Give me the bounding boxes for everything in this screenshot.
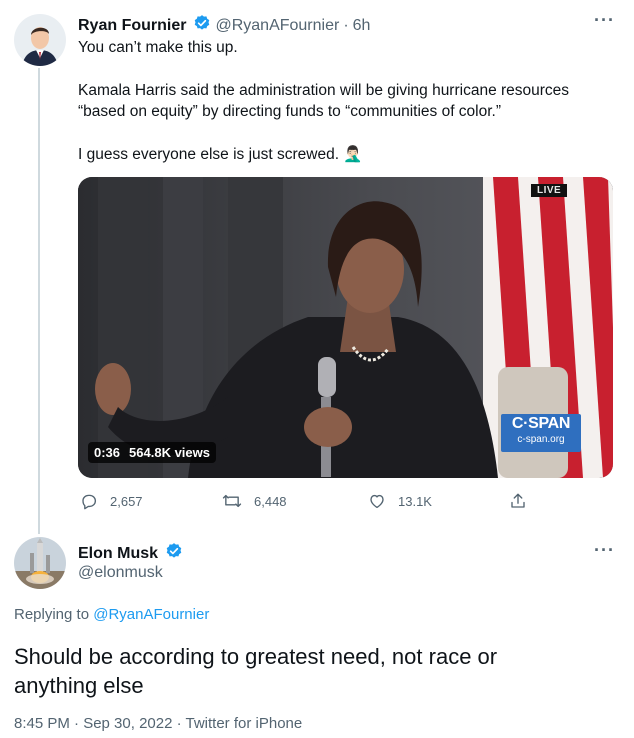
verified-badge-icon: [193, 14, 211, 37]
reply-author-handle[interactable]: @elonmusk: [78, 564, 163, 582]
tweet-header: Ryan Fournier @RyanAFournier · 6h: [78, 14, 370, 37]
author-handle[interactable]: @RyanAFournier: [215, 17, 339, 35]
retweet-action[interactable]: 6,448: [222, 492, 287, 510]
reply-text: Should be according to greatest need, no…: [14, 642, 614, 700]
tweet-text-line-3: “based on equity” by directing funds to …: [78, 103, 502, 120]
tweet-text-line-4: I guess everyone else is just screwed. 🤦…: [78, 146, 363, 163]
video-player[interactable]: LIVE C·SPAN c-span.org 0:36 564.8K views: [78, 177, 613, 478]
avatar-elon-musk[interactable]: [14, 537, 66, 589]
reply-icon[interactable]: [80, 492, 98, 510]
video-duration-views: 0:36 564.8K views: [88, 442, 216, 463]
author-name[interactable]: Ryan Fournier: [78, 17, 186, 35]
avatar-ryan-fournier[interactable]: [14, 14, 66, 66]
reply-timestamp[interactable]: 8:45 PM · Sep 30, 2022 · Twitter for iPh…: [14, 715, 302, 732]
tweet-text-line-2: Kamala Harris said the administration wi…: [78, 82, 570, 99]
cspan-brand: C·SPAN: [511, 415, 571, 432]
replying-prefix: Replying to: [14, 606, 90, 623]
reply-text-line-1: Should be according to greatest need, no…: [14, 644, 498, 669]
share-icon[interactable]: [509, 492, 527, 510]
reply-text-line-2: anything else: [14, 673, 144, 698]
more-options-icon[interactable]: ···: [594, 540, 615, 561]
like-action[interactable]: 13.1K: [368, 492, 432, 510]
reply-count: 2,657: [110, 493, 143, 509]
more-options-icon[interactable]: ···: [594, 10, 615, 31]
video-duration: 0:36: [94, 445, 121, 460]
live-badge: LIVE: [531, 184, 568, 197]
cspan-watermark: C·SPAN c-span.org: [501, 414, 581, 452]
retweet-count: 6,448: [254, 493, 287, 509]
replying-to: Replying to @RyanAFournier: [14, 606, 209, 623]
separator-dot: ·: [343, 16, 349, 34]
verified-badge-icon: [165, 542, 183, 565]
tweet-text-line-1: You can’t make this up.: [78, 39, 238, 56]
video-views: 564.8K views: [129, 445, 210, 460]
share-action[interactable]: [509, 492, 527, 510]
reply-author-name[interactable]: Elon Musk: [78, 545, 158, 563]
thread-line: [38, 68, 40, 534]
like-icon[interactable]: [368, 492, 386, 510]
replying-to-link[interactable]: @RyanAFournier: [93, 606, 209, 623]
cspan-url: c-span.org: [517, 434, 565, 445]
reply-action[interactable]: 2,657: [80, 492, 143, 510]
tweet-time[interactable]: 6h: [353, 17, 371, 35]
retweet-icon[interactable]: [222, 492, 242, 510]
reply-header: Elon Musk: [78, 542, 183, 565]
like-count: 13.1K: [398, 493, 432, 509]
